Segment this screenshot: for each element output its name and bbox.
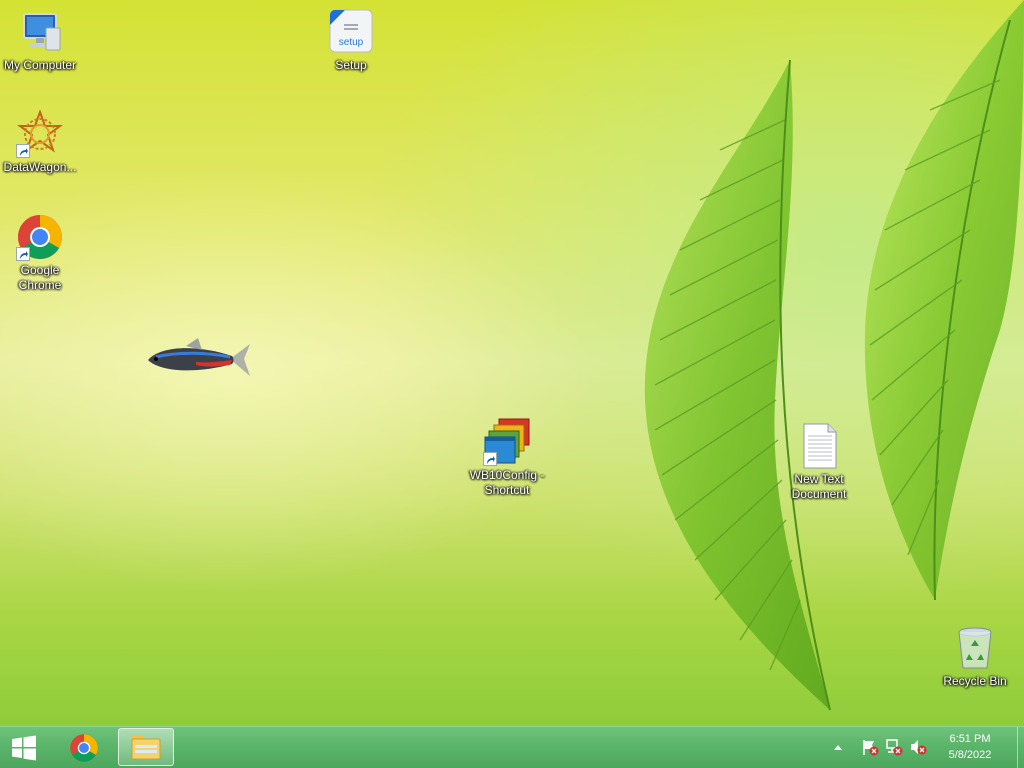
chrome-icon: [16, 213, 64, 261]
volume-button[interactable]: [909, 738, 927, 756]
taskbar-clock[interactable]: 6:51 PM 5/8/2022: [930, 731, 1010, 763]
show-hidden-icons-button[interactable]: [829, 738, 847, 756]
desktop-icon-wb10config[interactable]: WB10Config - Shortcut: [467, 418, 547, 498]
desktop-icon-recycle-bin[interactable]: Recycle Bin: [935, 624, 1015, 689]
desktop[interactable]: My Computer DataWagon... Google Chrome s…: [0, 0, 1024, 726]
desktop-icon-datawagon[interactable]: DataWagon...: [0, 109, 80, 175]
computer-icon: [16, 8, 64, 56]
file-explorer-icon: [131, 736, 161, 760]
recycle-bin-icon: [951, 624, 999, 672]
wallpaper-leaf-right: [864, 0, 1024, 601]
desktop-fish-icon: [148, 338, 250, 376]
network-button[interactable]: [885, 738, 903, 756]
clock-time: 6:51 PM: [949, 733, 991, 745]
taskbar-file-explorer-button[interactable]: [118, 728, 174, 766]
shortcut-arrow-icon: [16, 144, 30, 158]
desktop-icon-label: WB10Config - Shortcut: [469, 468, 545, 497]
desktop-icon-setup[interactable]: setup Setup: [311, 8, 391, 73]
action-center-flag-icon: [863, 740, 879, 756]
wallpaper-leaf-left: [644, 59, 831, 711]
desktop-icon-label: My Computer: [3, 58, 77, 72]
text-document-icon: [795, 422, 843, 470]
desktop-icon-label: Recycle Bin: [943, 674, 1007, 688]
volume-muted-icon: [911, 740, 927, 755]
shortcut-arrow-icon: [483, 452, 497, 466]
desktop-icon-label: Setup: [335, 58, 367, 72]
desktop-icon-label: Google Chrome: [18, 263, 62, 292]
datawagon-icon: [16, 109, 64, 158]
shortcut-arrow-icon: [16, 247, 30, 261]
show-desktop-button[interactable]: [1017, 727, 1024, 768]
start-button[interactable]: [0, 727, 48, 768]
chrome-icon: [70, 733, 98, 762]
desktop-icon-my-computer[interactable]: My Computer: [0, 8, 80, 73]
windows-logo-icon: [12, 735, 36, 760]
desktop-icon-label: DataWagon...: [3, 160, 77, 174]
chevron-up-icon: [834, 745, 842, 750]
desktop-icon-new-text-document[interactable]: New Text Document: [779, 422, 859, 502]
setup-logo-text: setup: [338, 37, 364, 48]
wb10config-icon: [483, 418, 531, 466]
action-center-button[interactable]: [861, 738, 879, 756]
taskbar-chrome-button[interactable]: [60, 727, 108, 768]
desktop-icon-label: New Text Document: [791, 472, 847, 501]
taskbar: 6:51 PM 5/8/2022: [0, 726, 1024, 768]
network-icon: [886, 739, 903, 756]
desktop-icon-google-chrome[interactable]: Google Chrome: [0, 213, 80, 293]
setup-icon: setup: [327, 8, 375, 56]
clock-date: 5/8/2022: [948, 749, 992, 761]
